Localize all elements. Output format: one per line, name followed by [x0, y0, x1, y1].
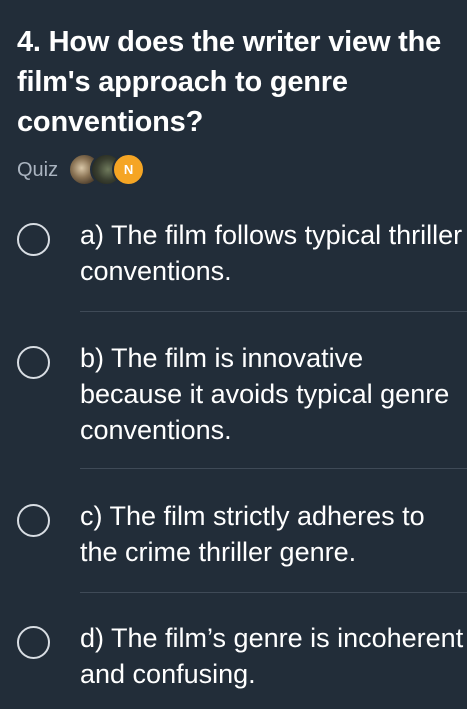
option-divider: [80, 592, 467, 593]
option-divider: [80, 468, 467, 469]
radio-button-icon[interactable]: [17, 223, 50, 256]
radio-button-icon[interactable]: [17, 626, 50, 659]
radio-button-icon[interactable]: [17, 504, 50, 537]
answer-option-label: b) The film is innovative because it avo…: [80, 343, 450, 445]
question-title: 4. How does the writer view the film's a…: [17, 26, 442, 138]
answer-option-label: c) The film strictly adheres to the crim…: [80, 501, 425, 567]
answer-option-label: d) The film’s genre is incoherent and co…: [80, 623, 464, 689]
quiz-meta: Quiz N: [17, 153, 158, 187]
option-divider: [80, 311, 467, 312]
answer-option-label: a) The film follows typical thriller con…: [80, 220, 463, 286]
radio-button-icon[interactable]: [17, 346, 50, 379]
participant-avatars[interactable]: N: [68, 153, 158, 187]
initial-avatar: N: [112, 153, 146, 186]
quiz-label: Quiz: [17, 158, 59, 181]
